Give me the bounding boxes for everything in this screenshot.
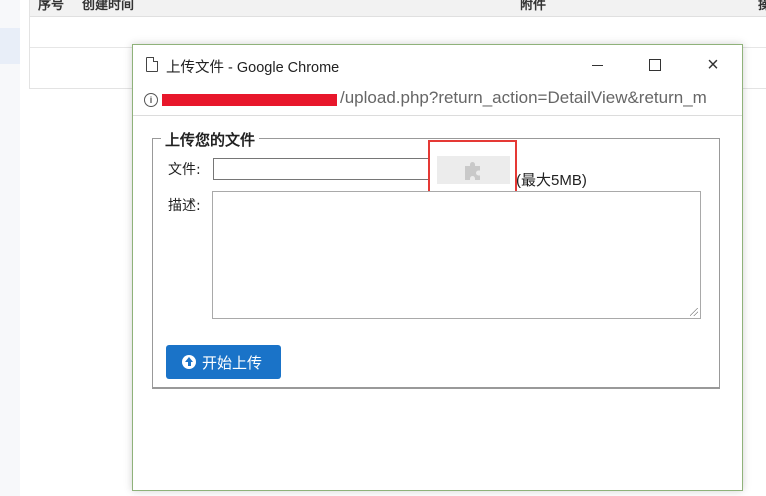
upload-popup-window: 上传文件 - Google Chrome × i /upload.php?ret… [132, 44, 743, 491]
background-table-header: 序号 创建时间 附件 操 [30, 0, 766, 17]
background-sidebar [0, 0, 20, 496]
column-header-attachment: 附件 [520, 0, 547, 12]
document-icon [146, 57, 158, 72]
minimize-button[interactable] [583, 53, 613, 77]
start-upload-label: 开始上传 [202, 354, 263, 372]
file-input[interactable] [213, 158, 430, 180]
column-header-index: 序号 [38, 0, 65, 12]
column-header-created-time: 创建时间 [82, 0, 135, 12]
column-header-actions: 操 [758, 0, 766, 12]
background-sidebar-selected-item [0, 28, 20, 64]
close-button[interactable]: × [698, 53, 728, 77]
upload-arrow-icon [182, 355, 196, 369]
maximize-button[interactable] [640, 53, 670, 77]
start-upload-button[interactable]: 开始上传 [166, 345, 281, 379]
upload-fieldset-legend: 上传您的文件 [161, 129, 260, 150]
window-title: 上传文件 - Google Chrome [166, 60, 340, 76]
address-bar[interactable]: i /upload.php?return_action=DetailView&r… [133, 85, 742, 116]
window-titlebar[interactable]: 上传文件 - Google Chrome × [133, 45, 742, 85]
redacted-host [162, 94, 337, 106]
url-text: /upload.php?return_action=DetailView&ret… [340, 88, 707, 107]
highlight-annotation-box [428, 140, 517, 193]
info-icon[interactable]: i [144, 93, 158, 107]
description-textarea[interactable] [212, 191, 701, 319]
description-label: 描述: [168, 198, 201, 214]
max-size-hint: (最大5MB) [516, 172, 587, 189]
file-label: 文件: [168, 162, 201, 178]
resize-grip-icon[interactable] [690, 308, 698, 316]
